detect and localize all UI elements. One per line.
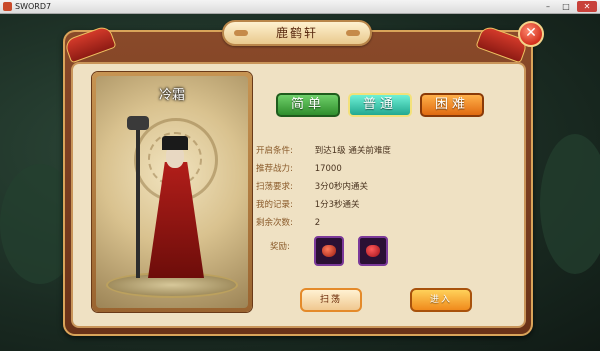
info-label: 剩余次数: bbox=[256, 218, 293, 228]
dialog-header: 鹿鹤轩 bbox=[222, 20, 372, 46]
info-row-recommended-power: 推荐战力: 17000 bbox=[256, 160, 391, 178]
maximize-button[interactable]: □ bbox=[559, 1, 573, 12]
character-portrait: 冷霜 bbox=[96, 76, 248, 308]
character-hat bbox=[162, 136, 188, 150]
reward-item[interactable] bbox=[358, 236, 388, 266]
stage-info: 开启条件: 到达1级 通关前难度 推荐战力: 17000 扫荡要求: 3分0秒内… bbox=[256, 142, 391, 232]
dialog-close-button[interactable]: ✕ bbox=[518, 21, 544, 47]
info-row-my-record: 我的记录: 1分3秒通关 bbox=[256, 196, 391, 214]
difficulty-easy-button[interactable]: 简单 bbox=[276, 93, 340, 117]
info-label: 我的记录: bbox=[256, 200, 293, 210]
difficulty-hard-button[interactable]: 困难 bbox=[420, 93, 484, 117]
info-value: 3分0秒内通关 bbox=[314, 182, 369, 192]
info-row-sweep-requirement: 扫荡要求: 3分0秒内通关 bbox=[256, 178, 391, 196]
window-title: SWORD7 bbox=[15, 2, 52, 11]
character-staff bbox=[136, 120, 140, 278]
info-row-remaining-attempts: 剩余次数: 2 bbox=[256, 214, 391, 232]
rewards-label: 奖励: bbox=[270, 242, 290, 252]
reward-ruby-icon bbox=[366, 245, 380, 257]
info-label: 推荐战力: bbox=[256, 164, 293, 174]
info-row-unlock-condition: 开启条件: 到达1级 通关前难度 bbox=[256, 142, 391, 160]
info-label: 开启条件: bbox=[256, 146, 293, 156]
rewards-section: 奖励: bbox=[270, 236, 570, 276]
character-name: 冷霜 bbox=[158, 88, 185, 103]
info-value: 2 bbox=[314, 218, 321, 228]
minimize-button[interactable]: – bbox=[541, 1, 555, 12]
window-close-button[interactable]: ✕ bbox=[577, 1, 597, 12]
app-icon bbox=[3, 2, 12, 11]
info-value: 17000 bbox=[314, 164, 342, 174]
dialog-title: 鹿鹤轩 bbox=[275, 26, 318, 40]
close-icon: ✕ bbox=[525, 25, 537, 41]
sweep-button[interactable]: 扫荡 bbox=[300, 288, 362, 312]
character-portrait-frame: 冷霜 bbox=[92, 72, 252, 312]
difficulty-normal-button[interactable]: 普通 bbox=[348, 93, 412, 117]
enter-button[interactable]: 进入 bbox=[410, 288, 472, 312]
reward-item[interactable] bbox=[314, 236, 344, 266]
info-label: 扫荡要求: bbox=[256, 182, 293, 192]
character-staff-head bbox=[127, 116, 149, 130]
info-value: 到达1级 通关前难度 bbox=[314, 146, 391, 156]
reward-gem-icon bbox=[322, 245, 336, 257]
info-value: 1分3秒通关 bbox=[314, 200, 360, 210]
window-titlebar: SWORD7 – □ ✕ bbox=[0, 0, 600, 14]
